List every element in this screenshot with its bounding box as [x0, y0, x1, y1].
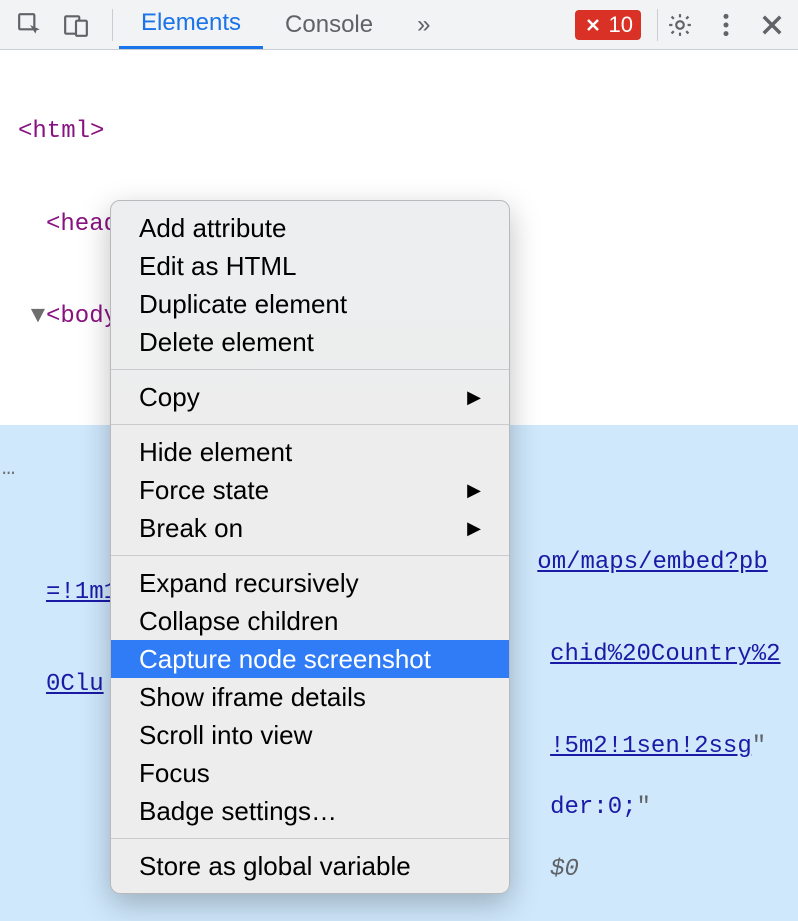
ctx-focus[interactable]: Focus — [111, 754, 509, 792]
separator — [657, 9, 658, 41]
ctx-badge-settings[interactable]: Badge settings… — [111, 792, 509, 830]
tab-overflow[interactable]: » — [395, 0, 452, 49]
separator — [111, 424, 509, 425]
error-count-badge[interactable]: 10 — [575, 10, 641, 40]
tab-console[interactable]: Console — [263, 0, 395, 49]
ctx-force-state[interactable]: Force state▶ — [111, 471, 509, 509]
separator — [111, 555, 509, 556]
device-toggle-icon[interactable] — [60, 9, 92, 41]
ctx-expand-recursively[interactable]: Expand recursively — [111, 564, 509, 602]
ctx-capture-node-screenshot[interactable]: Capture node screenshot — [111, 640, 509, 678]
ctx-collapse-children[interactable]: Collapse children — [111, 602, 509, 640]
tab-elements[interactable]: Elements — [119, 0, 263, 49]
dom-node-html[interactable]: <html> — [0, 117, 798, 148]
separator — [111, 369, 509, 370]
gear-icon[interactable] — [664, 9, 696, 41]
chevron-right-icon: ▶ — [467, 518, 481, 539]
separator — [111, 838, 509, 839]
ctx-store-as-global[interactable]: Store as global variable — [111, 847, 509, 885]
ctx-add-attribute[interactable]: Add attribute — [111, 209, 509, 247]
chevron-right-icon: ▶ — [467, 480, 481, 501]
kebab-icon[interactable] — [710, 9, 742, 41]
ctx-duplicate-element[interactable]: Duplicate element — [111, 285, 509, 323]
selection-dots-icon: … — [2, 455, 17, 483]
close-icon[interactable] — [756, 9, 788, 41]
ctx-break-on[interactable]: Break on▶ — [111, 509, 509, 547]
expand-triangle-icon[interactable]: ▼ — [30, 302, 46, 333]
ctx-edit-as-html[interactable]: Edit as HTML — [111, 247, 509, 285]
error-icon — [583, 15, 603, 35]
panel-tabs: Elements Console » — [119, 0, 452, 49]
ctx-show-iframe-details[interactable]: Show iframe details — [111, 678, 509, 716]
separator — [112, 9, 113, 41]
ctx-copy[interactable]: Copy▶ — [111, 378, 509, 416]
devtools-toolbar: Elements Console » 10 — [0, 0, 798, 50]
ctx-hide-element[interactable]: Hide element — [111, 433, 509, 471]
context-menu: Add attribute Edit as HTML Duplicate ele… — [110, 200, 510, 894]
ctx-delete-element[interactable]: Delete element — [111, 323, 509, 361]
chevron-right-icon: ▶ — [467, 387, 481, 408]
error-count: 10 — [609, 12, 633, 38]
inspect-icon[interactable] — [14, 9, 46, 41]
ctx-scroll-into-view[interactable]: Scroll into view — [111, 716, 509, 754]
